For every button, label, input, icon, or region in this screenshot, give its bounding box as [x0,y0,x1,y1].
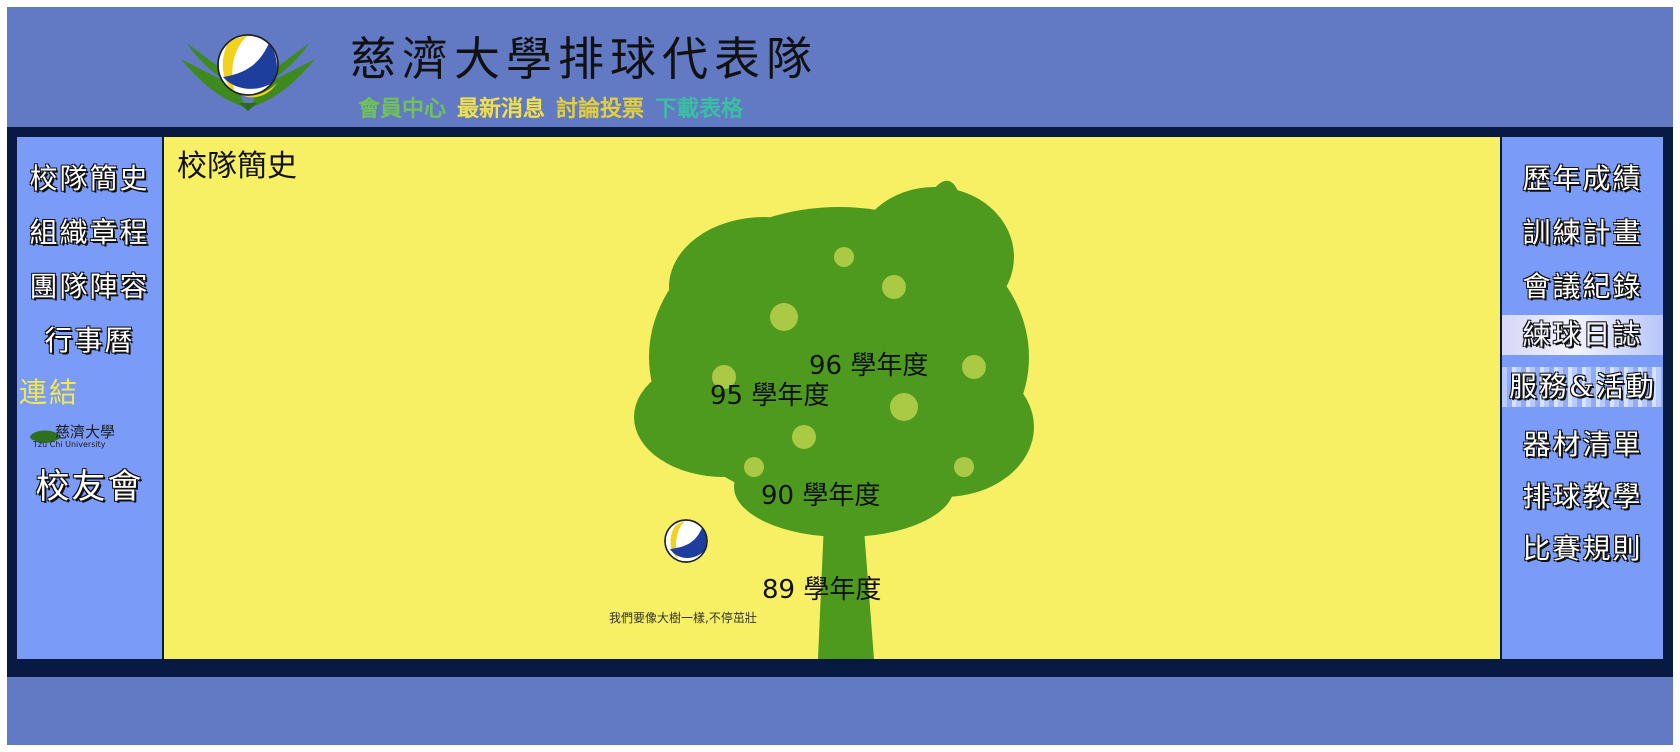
menu-service-activities[interactable]: 服務&活動 [1502,367,1663,407]
header: 慈濟大學排球代表隊 會員中心 最新消息 討論投票 下載表格 [7,7,1673,127]
nav-latest-news[interactable]: 最新消息 [457,91,545,123]
left-sidebar: 校隊簡史 組織章程 團隊陣容 行事曆 連結 慈濟大學 Tzu Chi Unive… [17,137,162,659]
menu-meeting-minutes[interactable]: 會議紀錄 [1502,265,1663,305]
year-90-link[interactable]: 90 學年度 [761,475,880,512]
nav-member-center[interactable]: 會員中心 [358,91,446,123]
page-frame: 慈濟大學排球代表隊 會員中心 最新消息 討論投票 下載表格 校隊簡史 組織章程 … [7,7,1673,745]
menu-calendar[interactable]: 行事曆 [17,319,162,359]
tree-caption: 我們要像大樹一樣,不停茁壯 [609,611,757,625]
menu-team-history[interactable]: 校隊簡史 [17,157,162,197]
menu-links[interactable]: 連結 [17,371,164,411]
menu-volleyball-teaching[interactable]: 排球教學 [1502,475,1663,515]
content-band: 校隊簡史 組織章程 團隊陣容 行事曆 連結 慈濟大學 Tzu Chi Unive… [7,127,1673,677]
menu-past-results[interactable]: 歷年成績 [1502,157,1663,197]
main-content: 校隊簡史 96 學年度 95 學年度 90 學年度 89 學年度 我們要像大樹一… [164,137,1500,659]
year-89-link[interactable]: 89 學年度 [762,569,881,606]
menu-practice-log[interactable]: 練球日誌 [1502,315,1663,355]
nav-discussion-vote[interactable]: 討論投票 [556,91,644,123]
menu-charter[interactable]: 組織章程 [17,211,162,251]
university-name[interactable]: 慈濟大學 [55,421,115,442]
menu-alumni[interactable]: 校友會 [17,459,162,508]
volleyball-icon [664,519,708,563]
nav-download-forms[interactable]: 下載表格 [655,91,743,123]
university-subtitle: Tzu Chi University [33,440,106,449]
site-title: 慈濟大學排球代表隊 [350,32,818,86]
menu-game-rules[interactable]: 比賽規則 [1502,527,1663,567]
menu-roster[interactable]: 團隊陣容 [17,265,162,305]
year-95-link[interactable]: 95 學年度 [710,375,829,412]
menu-training-plan[interactable]: 訓練計畫 [1502,211,1663,251]
right-sidebar: 歷年成績 訓練計畫 會議紀錄 練球日誌 服務&活動 器材清單 排球教學 比賽規則 [1502,137,1663,659]
volleyball-emblem-icon [181,34,315,111]
top-nav: 會員中心 最新消息 討論投票 下載表格 [358,91,743,123]
page-title: 校隊簡史 [177,149,297,184]
menu-equipment-list[interactable]: 器材清單 [1502,423,1663,463]
